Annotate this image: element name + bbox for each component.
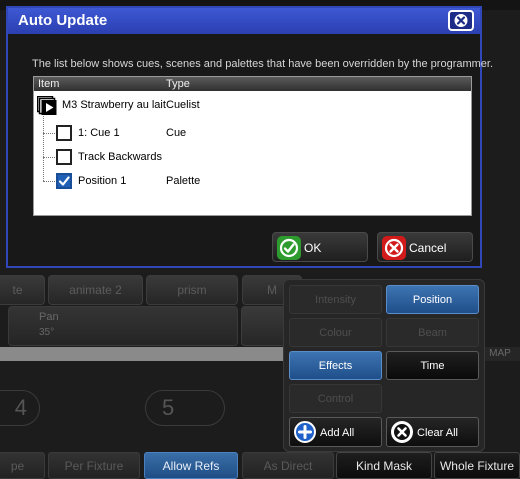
row-item: M3 Strawberry au lait (62, 99, 166, 111)
bg-button-label: animate 2 (69, 283, 122, 297)
list-row-track-backwards[interactable]: Track Backwards (34, 147, 471, 167)
bottom-button-label: Allow Refs (162, 458, 220, 473)
bottom-bar: pe Per Fixture Allow Refs As Direct Kind… (0, 452, 520, 479)
cancel-label: Cancel (409, 241, 447, 255)
row-type: Cue (166, 127, 187, 139)
bottom-button-label: Whole Fixture (439, 458, 515, 473)
row-item: Track Backwards (78, 151, 162, 163)
list-header: Item Type (34, 77, 471, 91)
row-item: 1: Cue 1 (78, 127, 120, 139)
map-tab[interactable]: MAP (480, 347, 520, 361)
bg-button-label: M (267, 283, 277, 297)
row-item: Position 1 (78, 175, 127, 187)
add-all-label: Add All (320, 427, 355, 439)
clear-x-icon (391, 421, 413, 443)
ok-button[interactable]: OK (272, 232, 368, 262)
mask-intensity[interactable]: Intensity (289, 285, 382, 314)
kind-mask-popup: Intensity Position Colour Beam Effects T… (283, 279, 485, 452)
mask-label: Time (420, 359, 445, 372)
bg-attribute-box[interactable] (241, 306, 286, 346)
mask-label: Intensity (315, 293, 356, 306)
bg-button-label: prism (177, 283, 207, 297)
mask-control[interactable]: Control (289, 384, 382, 413)
column-item: Item (38, 78, 60, 90)
mask-colour[interactable]: Colour (289, 318, 382, 347)
wheel-label: 5 (162, 395, 175, 420)
dialog-title: Auto Update (18, 12, 108, 29)
bottom-button-allow-refs[interactable]: Allow Refs (144, 452, 238, 479)
dialog-description: The list below shows cues, scenes and pa… (32, 58, 494, 70)
ok-label: OK (304, 241, 322, 255)
wheel-5[interactable]: 5 (145, 390, 225, 426)
close-button[interactable] (448, 10, 474, 31)
check-icon (58, 176, 70, 186)
mask-label: Control (317, 392, 354, 405)
wheel-label: 4 (14, 395, 27, 420)
bg-button-animate-2[interactable]: animate 2 (48, 275, 143, 305)
cancel-button[interactable]: Cancel (377, 232, 473, 262)
cancel-x-icon (382, 236, 406, 260)
pan-value: 35° (39, 327, 55, 338)
checkbox[interactable] (56, 149, 72, 165)
mask-label: Effects (318, 359, 353, 372)
bottom-button-pe[interactable]: pe (0, 452, 45, 479)
bottom-button-whole-fixture[interactable]: Whole Fixture (434, 452, 520, 479)
row-type: Palette (166, 175, 201, 187)
mask-time[interactable]: Time (386, 351, 479, 380)
bottom-button-label: Per Fixture (64, 458, 124, 473)
plus-icon (294, 421, 316, 443)
checkbox[interactable] (56, 125, 72, 141)
bg-button-label: te (12, 283, 23, 297)
bottom-button-label: pe (10, 458, 25, 473)
mask-label: Position (412, 293, 453, 306)
bottom-button-as-direct[interactable]: As Direct (242, 452, 334, 479)
auto-update-dialog: Auto Update The list below shows cues, s… (6, 6, 493, 268)
clear-all-label: Clear All (417, 427, 458, 439)
list-row-palette[interactable]: Position 1 Palette (34, 171, 471, 191)
screen: te animate 2 prism M Pan 35° MAP 4 5 pe … (0, 0, 520, 479)
bottom-button-kind-mask[interactable]: Kind Mask (336, 452, 432, 479)
close-icon (454, 14, 468, 27)
cuelist-icon (37, 96, 57, 115)
clear-all-button[interactable]: Clear All (386, 417, 479, 447)
dialog-title-bar: Auto Update (8, 8, 480, 34)
bottom-button-label: As Direct (263, 458, 313, 473)
pan-label: Pan (39, 311, 59, 323)
column-type: Type (166, 78, 190, 90)
wheel-4[interactable]: 4 (0, 390, 40, 426)
bg-button-te[interactable]: te (0, 275, 45, 305)
bottom-button-per-fixture[interactable]: Per Fixture (48, 452, 140, 479)
row-type: Cuelist (166, 99, 200, 111)
mask-label: Colour (319, 326, 352, 339)
mask-label: Beam (418, 326, 447, 339)
mask-beam[interactable]: Beam (386, 318, 479, 347)
mask-position[interactable]: Position (386, 285, 479, 314)
ok-check-icon (277, 236, 301, 260)
mask-effects[interactable]: Effects (289, 351, 382, 380)
checkbox-checked[interactable] (56, 173, 72, 189)
list-row-cue[interactable]: 1: Cue 1 Cue (34, 123, 471, 143)
bottom-button-label: Kind Mask (355, 458, 413, 473)
list-row-cuelist[interactable]: M3 Strawberry au lait Cuelist (34, 95, 471, 117)
pan-attribute[interactable]: Pan 35° (8, 306, 238, 346)
bg-button-prism[interactable]: prism (146, 275, 238, 305)
add-all-button[interactable]: Add All (289, 417, 382, 447)
override-list: Item Type M3 Strawberry au lait Cuelist (33, 76, 472, 216)
